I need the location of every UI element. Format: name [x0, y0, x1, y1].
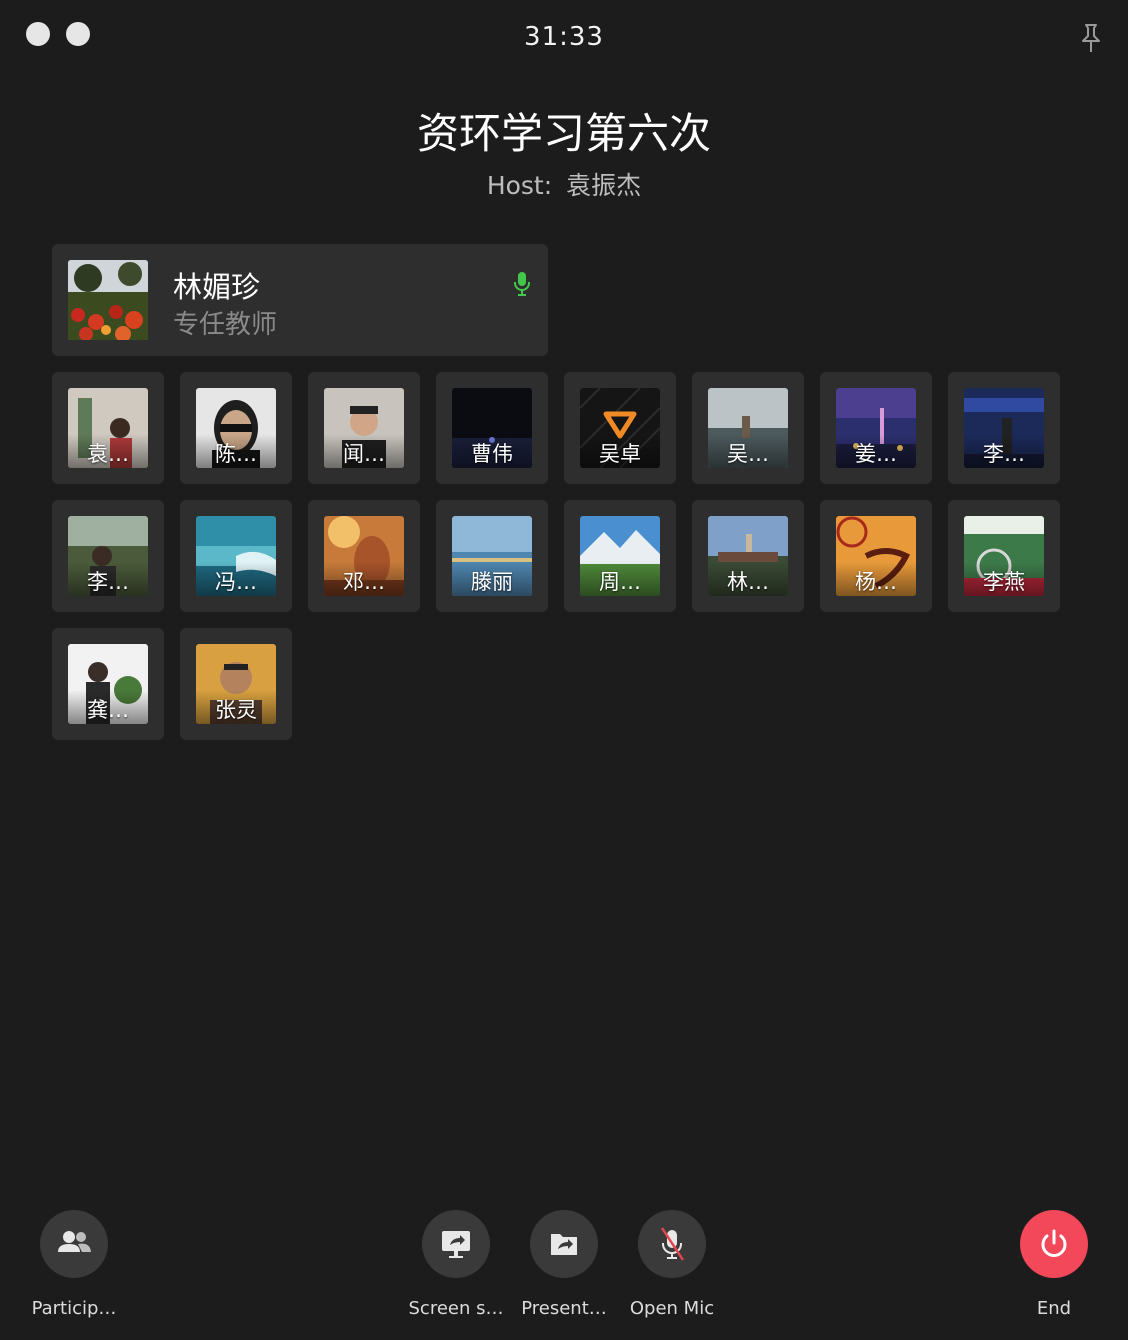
participant-tile[interactable]: 龚… [52, 628, 164, 740]
speaker-name: 林媚珍 [173, 270, 261, 304]
pin-icon[interactable] [1078, 22, 1104, 54]
participant-tile[interactable]: 曹伟 [436, 372, 548, 484]
screen-share-icon [442, 1231, 470, 1258]
participant-tile[interactable]: 冯… [180, 500, 292, 612]
participants-icon [58, 1231, 91, 1252]
mic-muted-icon [660, 1227, 685, 1261]
participant-name: 陈… [215, 442, 257, 466]
participant-tile[interactable]: 周… [564, 500, 676, 612]
screen-share-button[interactable] [422, 1210, 490, 1278]
participant-name: 邓… [343, 570, 385, 594]
participant-tile[interactable]: 李… [52, 500, 164, 612]
participant-name: 姜… [855, 442, 897, 466]
participant-tile[interactable]: 吴卓 [564, 372, 676, 484]
open-mic-button[interactable] [638, 1210, 706, 1278]
participant-name: 滕丽 [471, 570, 513, 594]
participant-tile[interactable]: 袁… [52, 372, 164, 484]
participant-tile[interactable]: 李… [948, 372, 1060, 484]
participant-name: 李… [87, 570, 129, 594]
participants-label: Particip… [31, 1298, 117, 1319]
participant-tile[interactable]: 吴… [692, 372, 804, 484]
participant-name: 龚… [87, 698, 129, 722]
participant-tile[interactable]: 李燕 [948, 500, 1060, 612]
host-label: Host: [486, 171, 553, 200]
mic-active-icon [512, 270, 532, 298]
participant-name: 冯… [215, 570, 257, 594]
meeting-title: 资环学习第六次 [416, 109, 711, 158]
participant-tile[interactable]: 陈… [180, 372, 292, 484]
active-speaker-card[interactable]: 林媚珍 专任教师 [52, 244, 548, 356]
open-mic-label: Open Mic [629, 1298, 715, 1319]
participant-name: 曹伟 [471, 442, 513, 466]
participant-tile[interactable]: 张灵 [180, 628, 292, 740]
participant-name: 袁… [87, 442, 129, 466]
participants-button[interactable] [40, 1210, 108, 1278]
end-meeting-button[interactable] [1020, 1210, 1088, 1278]
participant-tile[interactable]: 滕丽 [436, 500, 548, 612]
participant-name: 吴卓 [599, 442, 641, 466]
present-button[interactable] [530, 1210, 598, 1278]
participant-name: 张灵 [215, 698, 257, 722]
host-info: Host: 袁振杰 [0, 166, 1128, 202]
participant-name: 杨… [855, 570, 897, 594]
host-name: 袁振杰 [566, 171, 642, 200]
participant-name: 林… [727, 570, 769, 594]
speaker-role: 专任教师 [173, 310, 278, 340]
meeting-timer: 31:33 [524, 22, 604, 52]
end-label: End [1036, 1298, 1072, 1319]
participant-tile[interactable]: 邓… [308, 500, 420, 612]
participant-tile[interactable]: 林… [692, 500, 804, 612]
participant-name: 周… [599, 570, 641, 594]
participant-tile[interactable]: 杨… [820, 500, 932, 612]
power-icon [1041, 1229, 1067, 1257]
participant-tile[interactable]: 闻… [308, 372, 420, 484]
avatar [68, 260, 148, 340]
participant-name: 李… [983, 442, 1025, 466]
participant-name: 李燕 [983, 570, 1025, 594]
participant-tile[interactable]: 姜… [820, 372, 932, 484]
participant-name: 吴… [727, 442, 769, 466]
present-file-icon [551, 1234, 577, 1255]
participant-name: 闻… [343, 442, 385, 466]
